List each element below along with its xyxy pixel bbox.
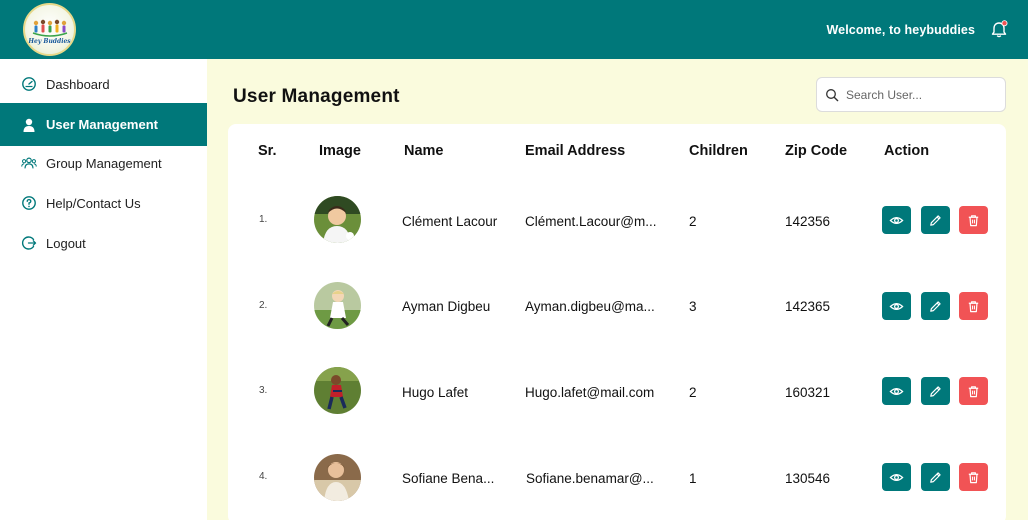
- search-box[interactable]: [816, 77, 1006, 112]
- eye-icon: [889, 473, 904, 481]
- row-children: 1: [689, 471, 697, 486]
- sidebar-item-user-management[interactable]: User Management: [0, 103, 207, 146]
- row-zip-code: 142356: [785, 214, 831, 229]
- row-email: Sofiane.benamar@...: [526, 471, 654, 486]
- row-sr: 3.: [259, 385, 268, 396]
- view-button[interactable]: [882, 377, 911, 405]
- eye-icon: [889, 216, 904, 224]
- logo-text: Hey Buddies: [28, 38, 71, 45]
- pencil-icon: [930, 471, 941, 483]
- search-icon: [826, 88, 839, 101]
- view-button[interactable]: [882, 463, 911, 491]
- row-email: Ayman.digbeu@ma...: [525, 299, 655, 314]
- row-name: Ayman Digbeu: [402, 299, 491, 314]
- trash-icon: [968, 300, 979, 312]
- sidebar-item-label: Dashboard: [46, 76, 110, 92]
- logout-icon: [22, 236, 37, 250]
- row-sr: 4.: [259, 471, 268, 482]
- sidebar-item-label: User Management: [46, 117, 158, 132]
- row-children: 3: [689, 299, 697, 314]
- sidebar: Dashboard User Management Group Manageme…: [0, 59, 207, 520]
- dashboard-icon: [22, 77, 36, 91]
- header-image: Image: [319, 143, 361, 159]
- header-zip-code: Zip Code: [785, 143, 848, 159]
- row-zip-code: 130546: [785, 471, 831, 486]
- row-name: Sofiane Bena...: [402, 471, 495, 486]
- edit-button[interactable]: [921, 377, 950, 405]
- row-children: 2: [689, 214, 697, 229]
- row-children: 2: [689, 385, 697, 400]
- view-button[interactable]: [882, 206, 911, 234]
- edit-button[interactable]: [921, 292, 950, 320]
- eye-icon: [889, 387, 904, 395]
- pencil-icon: [930, 214, 941, 226]
- avatar: [314, 367, 361, 414]
- avatar: [314, 282, 361, 329]
- row-sr: 1.: [259, 214, 268, 225]
- page-title: User Management: [233, 86, 400, 107]
- row-zip-code: 142365: [785, 299, 831, 314]
- edit-button[interactable]: [921, 206, 950, 234]
- view-button[interactable]: [882, 292, 911, 320]
- group-icon: [21, 157, 37, 169]
- header-children: Children: [689, 143, 748, 159]
- sidebar-item-dashboard[interactable]: Dashboard: [0, 64, 207, 104]
- row-email: Clément.Lacour@m...: [525, 214, 657, 229]
- delete-button[interactable]: [959, 463, 988, 491]
- trash-icon: [968, 471, 979, 483]
- sidebar-item-label: Group Management: [46, 155, 162, 171]
- user-icon: [23, 118, 35, 132]
- eye-icon: [889, 302, 904, 310]
- welcome-text: Welcome, to heybuddies: [826, 23, 975, 37]
- avatar: [314, 196, 361, 243]
- delete-button[interactable]: [959, 206, 988, 234]
- sidebar-item-help-contact[interactable]: Help/Contact Us: [0, 183, 207, 223]
- logo-figures: [32, 19, 68, 37]
- edit-button[interactable]: [921, 463, 950, 491]
- pencil-icon: [930, 385, 941, 397]
- row-email: Hugo.lafet@mail.com: [525, 385, 655, 400]
- top-bar: Hey Buddies Welcome, to heybuddies: [0, 0, 1028, 59]
- header-name: Name: [404, 143, 444, 159]
- avatar: [314, 454, 361, 501]
- row-sr: 2.: [259, 300, 268, 311]
- sidebar-item-group-management[interactable]: Group Management: [0, 143, 207, 183]
- sidebar-item-label: Logout: [46, 235, 86, 251]
- pencil-icon: [930, 300, 941, 312]
- help-icon: [22, 196, 36, 210]
- trash-icon: [968, 385, 979, 397]
- header-sr: Sr.: [258, 143, 277, 159]
- sidebar-item-label: Help/Contact Us: [46, 195, 141, 211]
- trash-icon: [968, 214, 979, 226]
- header-email: Email Address: [525, 143, 626, 159]
- delete-button[interactable]: [959, 292, 988, 320]
- row-name: Clément Lacour: [402, 214, 498, 229]
- notification-bell-icon[interactable]: [989, 20, 1009, 40]
- heybuddies-logo[interactable]: Hey Buddies: [23, 3, 76, 56]
- delete-button[interactable]: [959, 377, 988, 405]
- sidebar-item-logout[interactable]: Logout: [0, 223, 207, 263]
- header-action: Action: [884, 143, 930, 159]
- search-input[interactable]: [846, 87, 996, 102]
- row-zip-code: 160321: [785, 385, 831, 400]
- row-name: Hugo Lafet: [402, 385, 469, 400]
